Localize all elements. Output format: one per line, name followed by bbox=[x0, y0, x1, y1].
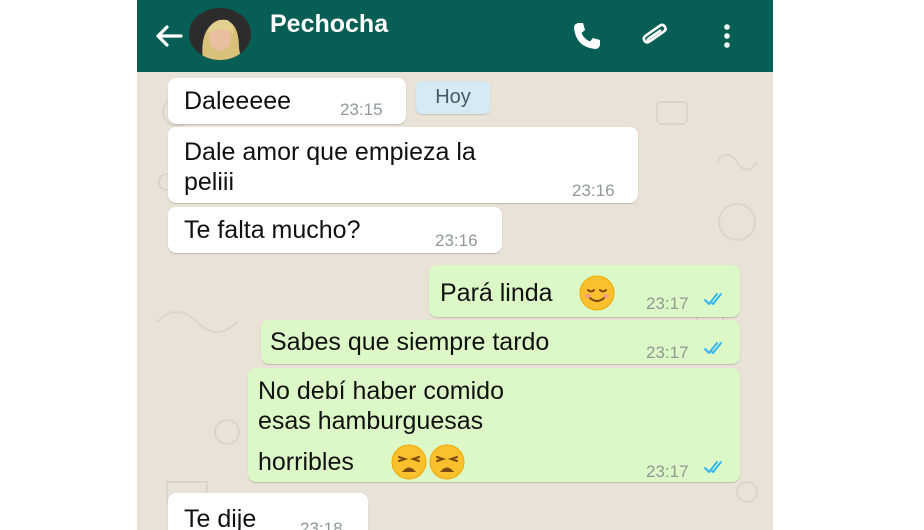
back-arrow-icon[interactable] bbox=[151, 18, 187, 54]
read-receipt-icon bbox=[704, 293, 722, 305]
read-receipt-icon bbox=[704, 461, 722, 473]
outgoing-message[interactable]: No debí haber comido esas hamburguesas h… bbox=[248, 368, 740, 482]
message-text-line: Dale amor que empieza la bbox=[184, 138, 476, 166]
chat-header: Pechocha bbox=[137, 0, 773, 72]
message-text-line: horribles bbox=[258, 448, 354, 476]
date-divider: Hoy bbox=[416, 81, 490, 114]
message-time: 23:18 bbox=[300, 519, 343, 530]
outgoing-message[interactable]: Pará linda 23:17 bbox=[429, 265, 740, 317]
message-time: 23:17 bbox=[646, 343, 689, 362]
message-text: Pará linda bbox=[440, 279, 553, 307]
incoming-message[interactable]: Daleeeee 23:15 bbox=[168, 78, 406, 124]
message-text-line: peliii bbox=[184, 168, 235, 196]
outgoing-message[interactable]: Sabes que siempre tardo 23:17 bbox=[261, 320, 740, 364]
message-text: Te falta mucho? bbox=[184, 216, 361, 244]
attach-paperclip-icon[interactable] bbox=[637, 18, 673, 54]
incoming-message[interactable]: Te dije 23:18 bbox=[168, 493, 368, 530]
contact-name[interactable]: Pechocha bbox=[270, 10, 388, 39]
message-time: 23:16 bbox=[572, 181, 615, 200]
message-text-line: No debí haber comido bbox=[258, 377, 504, 405]
weary-face-icon bbox=[391, 444, 427, 480]
message-time: 23:15 bbox=[340, 100, 383, 119]
message-text: Sabes que siempre tardo bbox=[270, 328, 550, 356]
message-time: 23:16 bbox=[435, 231, 478, 250]
weary-face-icon bbox=[429, 444, 465, 480]
read-receipt-icon bbox=[704, 342, 722, 354]
message-text: Te dije bbox=[184, 505, 257, 530]
phone-call-icon[interactable] bbox=[569, 18, 605, 54]
chat-screen: Pechocha Daleeeee 23:15 Hoy Dale amor qu… bbox=[137, 0, 773, 530]
message-text: Daleeeee bbox=[184, 87, 292, 115]
message-text-line: esas hamburguesas bbox=[258, 407, 484, 435]
incoming-message[interactable]: Dale amor que empieza la peliii 23:16 bbox=[168, 127, 638, 203]
avatar-photo bbox=[189, 8, 251, 60]
message-time: 23:17 bbox=[646, 294, 689, 313]
more-options-icon[interactable] bbox=[709, 18, 745, 54]
contact-avatar[interactable] bbox=[189, 8, 251, 60]
incoming-message[interactable]: Te falta mucho? 23:16 bbox=[168, 207, 502, 253]
message-time: 23:17 bbox=[646, 462, 689, 481]
relieved-face-icon bbox=[579, 275, 615, 311]
